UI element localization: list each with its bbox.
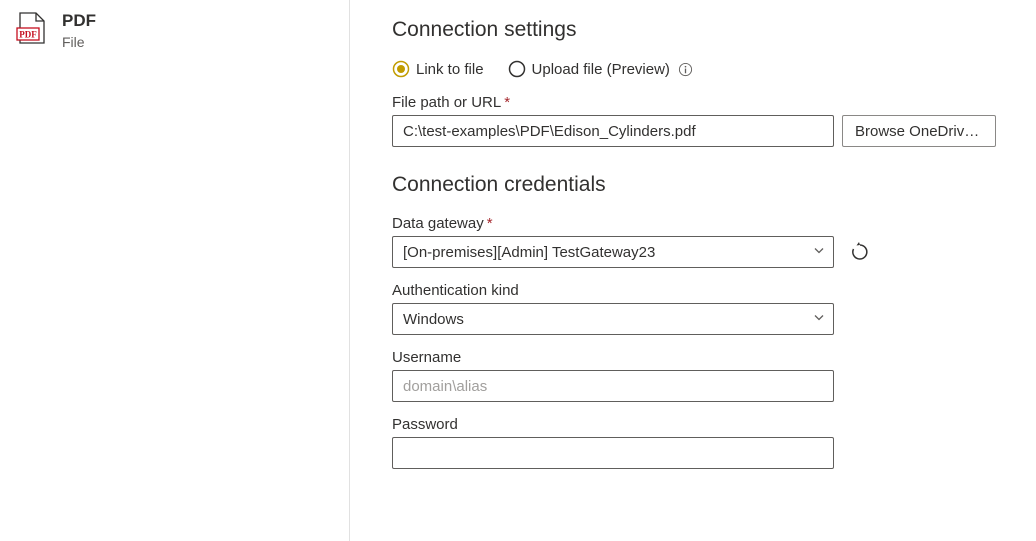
connector-subtitle: File — [62, 33, 96, 51]
connector-title: PDF — [62, 10, 96, 32]
radio-selected-icon — [392, 60, 410, 78]
username-label: Username — [392, 349, 1006, 366]
chevron-down-icon — [813, 244, 825, 261]
connector-header: PDF File — [62, 10, 96, 51]
required-asterisk: * — [504, 94, 510, 111]
browse-onedrive-button[interactable]: Browse OneDrive... — [842, 115, 996, 147]
auth-kind-select[interactable]: Windows — [392, 303, 834, 335]
right-panel: Connection settings Link to file Upload … — [350, 0, 1036, 541]
radio-link-label: Link to file — [416, 61, 484, 78]
file-path-label: File path or URL* — [392, 94, 1006, 111]
password-label: Password — [392, 416, 1006, 433]
auth-kind-value: Windows — [403, 311, 464, 328]
username-input[interactable] — [392, 370, 834, 402]
radio-unselected-icon — [508, 60, 526, 78]
chevron-down-icon — [813, 311, 825, 328]
refresh-icon[interactable] — [850, 242, 870, 262]
radio-upload-file[interactable]: Upload file (Preview) — [508, 60, 693, 78]
required-asterisk: * — [487, 215, 493, 232]
data-gateway-select[interactable]: [On-premises][Admin] TestGateway23 — [392, 236, 834, 268]
data-gateway-label: Data gateway* — [392, 215, 1006, 232]
data-gateway-value: [On-premises][Admin] TestGateway23 — [403, 244, 655, 261]
info-icon[interactable] — [678, 62, 693, 77]
radio-upload-label: Upload file (Preview) — [532, 61, 670, 78]
radio-link-to-file[interactable]: Link to file — [392, 60, 484, 78]
auth-kind-label: Authentication kind — [392, 282, 1006, 299]
file-path-input[interactable] — [392, 115, 834, 147]
left-panel: PDF PDF File — [0, 0, 350, 541]
connection-credentials-heading: Connection credentials — [392, 173, 1006, 197]
svg-text:PDF: PDF — [19, 30, 37, 40]
pdf-file-icon: PDF — [16, 12, 48, 47]
connection-settings-heading: Connection settings — [392, 18, 1006, 42]
password-input[interactable] — [392, 437, 834, 469]
connection-mode-radio-group: Link to file Upload file (Preview) — [392, 60, 1006, 78]
